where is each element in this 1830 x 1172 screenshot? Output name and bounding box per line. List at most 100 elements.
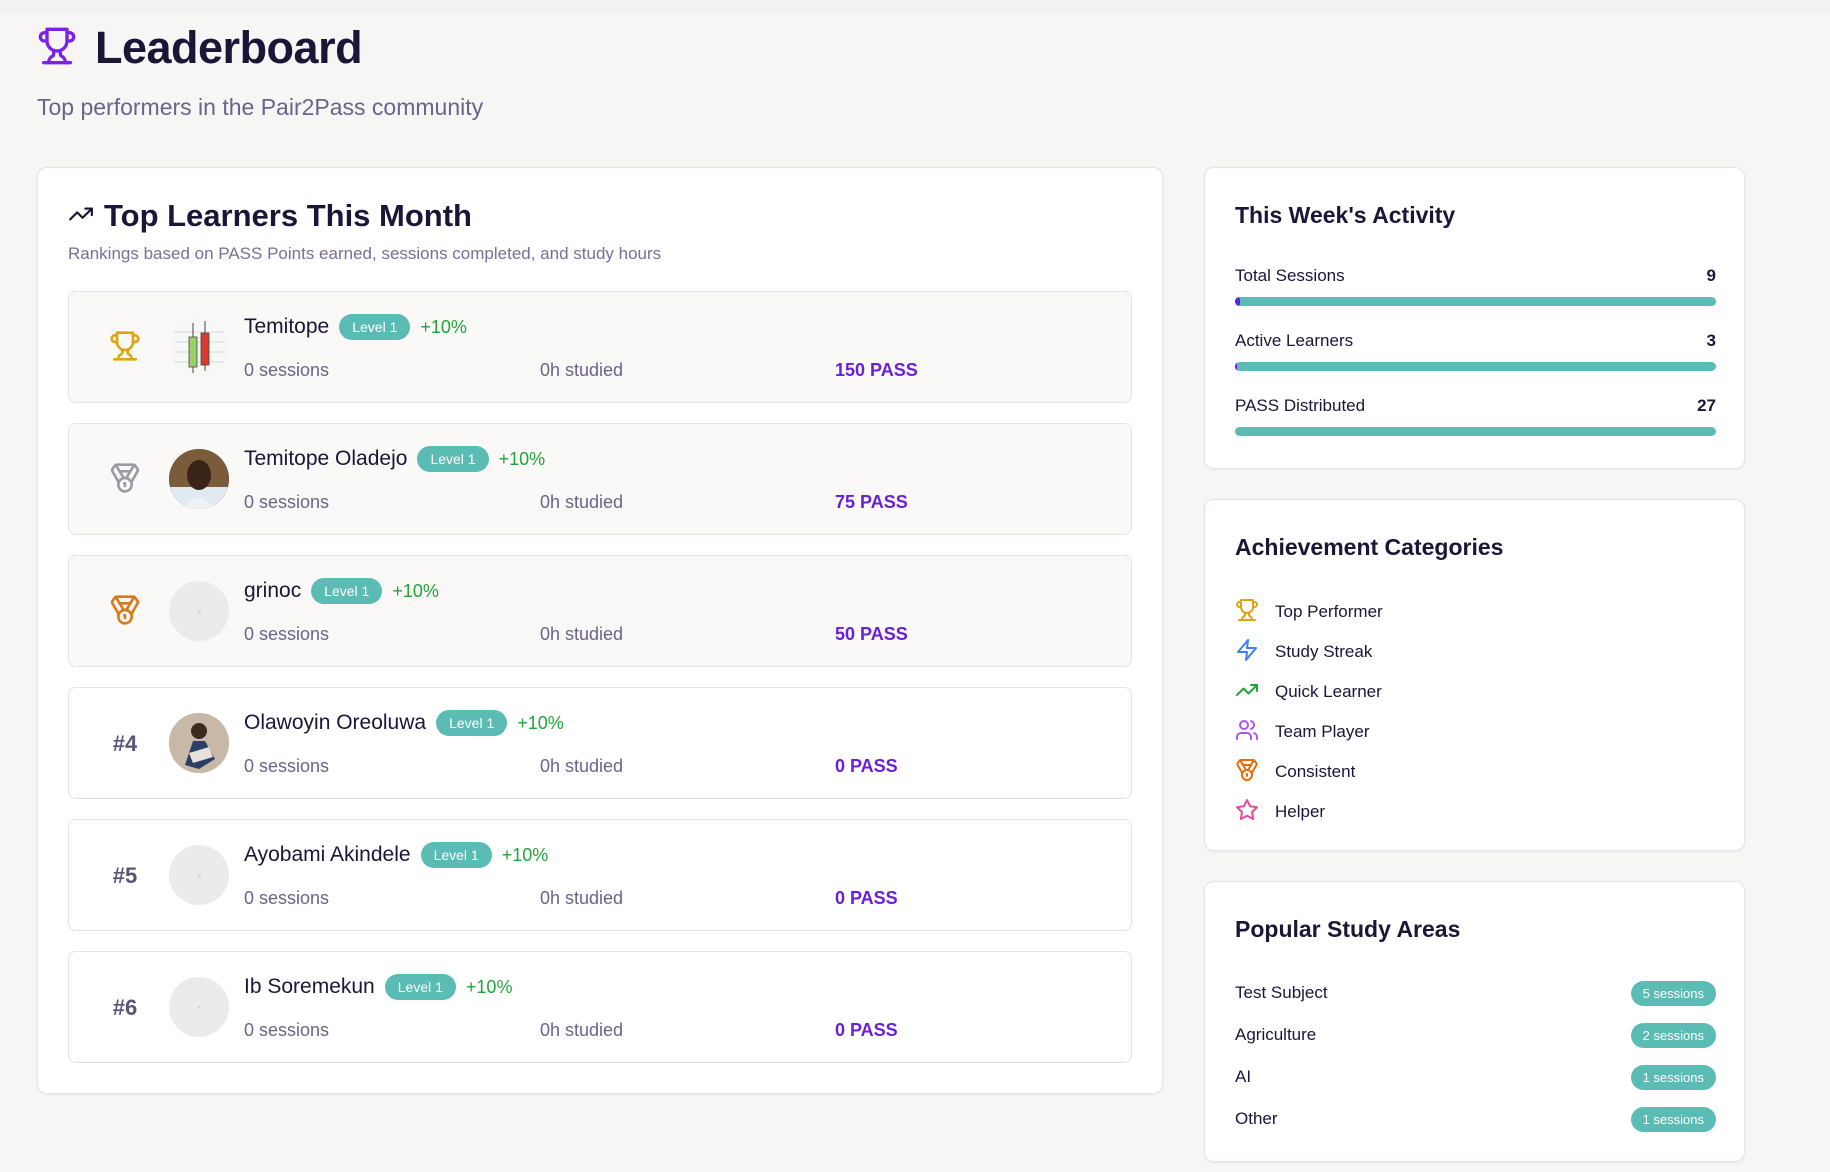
category-label: Team Player [1275, 722, 1370, 741]
learner-row[interactable]: Temitope Oladejo Level 1 +10% 0 sessions… [68, 423, 1132, 535]
name-line: Temitope Oladejo Level 1 +10% [244, 446, 545, 472]
avatar [169, 449, 229, 509]
study-area-item[interactable]: Test Subject 5 sessions [1235, 972, 1716, 1014]
card-title: This Week's Activity [1235, 202, 1456, 228]
activity-item: Total Sessions 9 [1235, 266, 1716, 331]
bronze-medal-icon [109, 594, 141, 631]
users-icon [1235, 718, 1259, 747]
silver-medal-icon [109, 462, 141, 499]
session-count-badge: 2 sessions [1630, 1022, 1716, 1048]
growth-indicator: +10% [420, 316, 467, 337]
study-area-label: Other [1235, 1109, 1278, 1128]
growth-indicator: +10% [392, 580, 439, 601]
category-label: Top Performer [1275, 602, 1383, 621]
hours-studied: 0h studied [540, 360, 624, 380]
sessions-count: 0 sessions [244, 888, 330, 908]
learner-name[interactable]: grinoc [244, 579, 301, 603]
pass-points: 0 PASS [835, 888, 898, 908]
level-badge: Level 1 [417, 446, 489, 472]
category-item[interactable]: Quick Learner [1235, 672, 1383, 712]
activity-value: 3 [1706, 331, 1716, 350]
growth-indicator: +10% [501, 844, 549, 865]
progress-bar [1235, 427, 1716, 436]
sessions-count: 0 sessions [244, 1020, 330, 1040]
pass-points: 150 PASS [835, 360, 918, 380]
learner-name[interactable]: Olawoyin Oreoluwa [244, 711, 426, 735]
lightning-icon [1235, 638, 1259, 667]
trophy-icon [1235, 598, 1259, 627]
level-badge: Level 1 [384, 974, 456, 1000]
sessions-count: 0 sessions [244, 360, 330, 380]
card-title: Popular Study Areas [1235, 916, 1461, 942]
pass-points: 0 PASS [835, 1020, 898, 1040]
activity-label: Total Sessions [1235, 266, 1345, 285]
growth-indicator: +10% [498, 448, 546, 469]
star-icon [1235, 798, 1259, 827]
sessions-count: 0 sessions [244, 492, 330, 512]
trending-up-icon [1235, 678, 1259, 707]
rank-number: #4 [112, 731, 138, 756]
learner-row[interactable]: #5 Ayobami Akindele Level 1 +10% 0 sessi… [68, 819, 1132, 931]
card-title: Top Learners This Month [104, 198, 472, 233]
hours-studied: 0h studied [540, 756, 624, 776]
category-label: Quick Learner [1275, 682, 1382, 701]
activity-item: Active Learners 3 [1235, 331, 1716, 396]
name-line: Ayobami Akindele Level 1 +10% [244, 842, 548, 868]
hours-studied: 0h studied [540, 624, 624, 644]
page-title: Leaderboard [95, 22, 363, 73]
category-item[interactable]: Top Performer [1235, 592, 1383, 632]
progress-fill [1235, 362, 1238, 371]
photo-avatar-image [169, 713, 229, 773]
learner-row[interactable]: Temitope Level 1 +10% 0 sessions 0h stud… [68, 291, 1132, 403]
page-header: Leaderboard Top performers in the Pair2P… [37, 22, 483, 121]
achievement-categories-card: Achievement Categories Top Performer Stu… [1204, 499, 1745, 851]
pass-points: 0 PASS [835, 756, 898, 776]
popular-study-areas-card: Popular Study Areas Test Subject 5 sessi… [1204, 881, 1745, 1162]
learner-row[interactable]: #6 Ib Soremekun Level 1 +10% 0 sessions … [68, 951, 1132, 1063]
category-item[interactable]: Study Streak [1235, 632, 1383, 672]
hours-studied: 0h studied [540, 888, 624, 908]
session-count-badge: 5 sessions [1630, 980, 1716, 1006]
trophy-icon [109, 330, 141, 367]
learner-name[interactable]: Ayobami Akindele [244, 843, 411, 867]
learner-name[interactable]: Temitope [244, 315, 329, 339]
avatar [169, 713, 229, 773]
card-title: Achievement Categories [1235, 534, 1504, 560]
rank-number: #6 [112, 995, 138, 1020]
study-area-item[interactable]: AI 1 sessions [1235, 1056, 1716, 1098]
learner-name[interactable]: Temitope Oladejo [244, 447, 407, 471]
avatar [169, 977, 229, 1037]
hours-studied: 0h studied [540, 492, 624, 512]
progress-bar [1235, 297, 1716, 306]
learner-row[interactable]: grinoc Level 1 +10% 0 sessions 0h studie… [68, 555, 1132, 667]
level-badge: Level 1 [339, 314, 411, 340]
rank-badge: #5 [99, 850, 151, 902]
top-learners-card: Top Learners This Month Rankings based o… [37, 167, 1163, 1094]
sessions-count: 0 sessions [244, 624, 330, 644]
rank-badge [99, 322, 151, 374]
learner-row[interactable]: #4 Olawoyin Oreoluwa Level 1 +10% 0 sess… [68, 687, 1132, 799]
learner-name[interactable]: Ib Soremekun [244, 975, 375, 999]
study-area-item[interactable]: Agriculture 2 sessions [1235, 1014, 1716, 1056]
card-header: Top Learners This Month Rankings based o… [68, 198, 661, 264]
category-label: Helper [1275, 802, 1326, 821]
category-item[interactable]: Helper [1235, 792, 1383, 832]
progress-bar [1235, 362, 1716, 371]
level-badge: Level 1 [436, 710, 508, 736]
card-title-row: Top Learners This Month [68, 198, 661, 234]
pass-points: 75 PASS [835, 492, 908, 512]
hours-studied: 0h studied [540, 1020, 624, 1040]
name-line: grinoc Level 1 +10% [244, 578, 439, 604]
name-line: Temitope Level 1 +10% [244, 314, 467, 340]
card-description: Rankings based on PASS Points earned, se… [68, 244, 662, 263]
weekly-activity-card: This Week's Activity Total Sessions 9 Ac… [1204, 167, 1745, 469]
title-row: Leaderboard [37, 22, 483, 74]
growth-indicator: +10% [517, 712, 564, 733]
level-badge: Level 1 [420, 842, 492, 868]
category-item[interactable]: Team Player [1235, 712, 1383, 752]
study-area-label: Test Subject [1235, 983, 1328, 1002]
avatar-placeholder-icon [197, 873, 201, 877]
avatar [169, 581, 229, 641]
study-area-item[interactable]: Other 1 sessions [1235, 1098, 1716, 1140]
category-item[interactable]: Consistent [1235, 752, 1383, 792]
